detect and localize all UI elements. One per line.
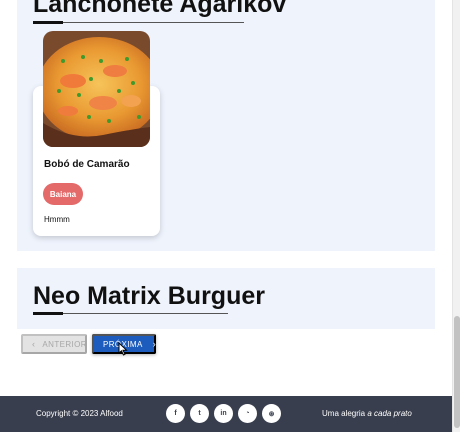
mouse-cursor-icon [118, 342, 128, 356]
title-underline [33, 312, 228, 315]
twitter-icon[interactable]: t [190, 404, 209, 423]
page: Lanchonete Agarikov Bobó de Camarão Baia… [0, 0, 452, 432]
chevron-left-icon: ‹ [32, 339, 36, 349]
scrollbar[interactable] [452, 0, 460, 432]
dish-name: Bobó de Camarão [44, 159, 130, 170]
dish-image [43, 31, 150, 147]
dish-description: Hmmm [44, 215, 70, 224]
tagline: Uma alegria a cada prato [322, 409, 412, 418]
chevron-right-icon: › [152, 339, 157, 349]
previous-page-button[interactable]: ‹ ANTERIOR [21, 334, 87, 354]
copyright-text: Copyright © 2023 Alfood [36, 409, 123, 418]
restaurant-title: Lanchonete Agarikov [33, 0, 287, 18]
scrollbar-thumb[interactable] [454, 316, 460, 428]
social-links: f t in ◔ ⊛ [166, 404, 281, 423]
dribbble-icon[interactable]: ⊛ [262, 404, 281, 423]
footer: Copyright © 2023 Alfood f t in ◔ ⊛ Uma a… [0, 396, 452, 432]
restaurant-section: Neo Matrix Burguer [17, 268, 435, 329]
rss-icon[interactable]: ◔ [238, 404, 257, 423]
linkedin-icon[interactable]: in [214, 404, 233, 423]
title-underline [33, 21, 244, 24]
restaurant-title: Neo Matrix Burguer [33, 282, 265, 310]
previous-page-label: ANTERIOR [42, 339, 87, 349]
dish-tag: Baiana [43, 183, 83, 205]
facebook-icon[interactable]: f [166, 404, 185, 423]
